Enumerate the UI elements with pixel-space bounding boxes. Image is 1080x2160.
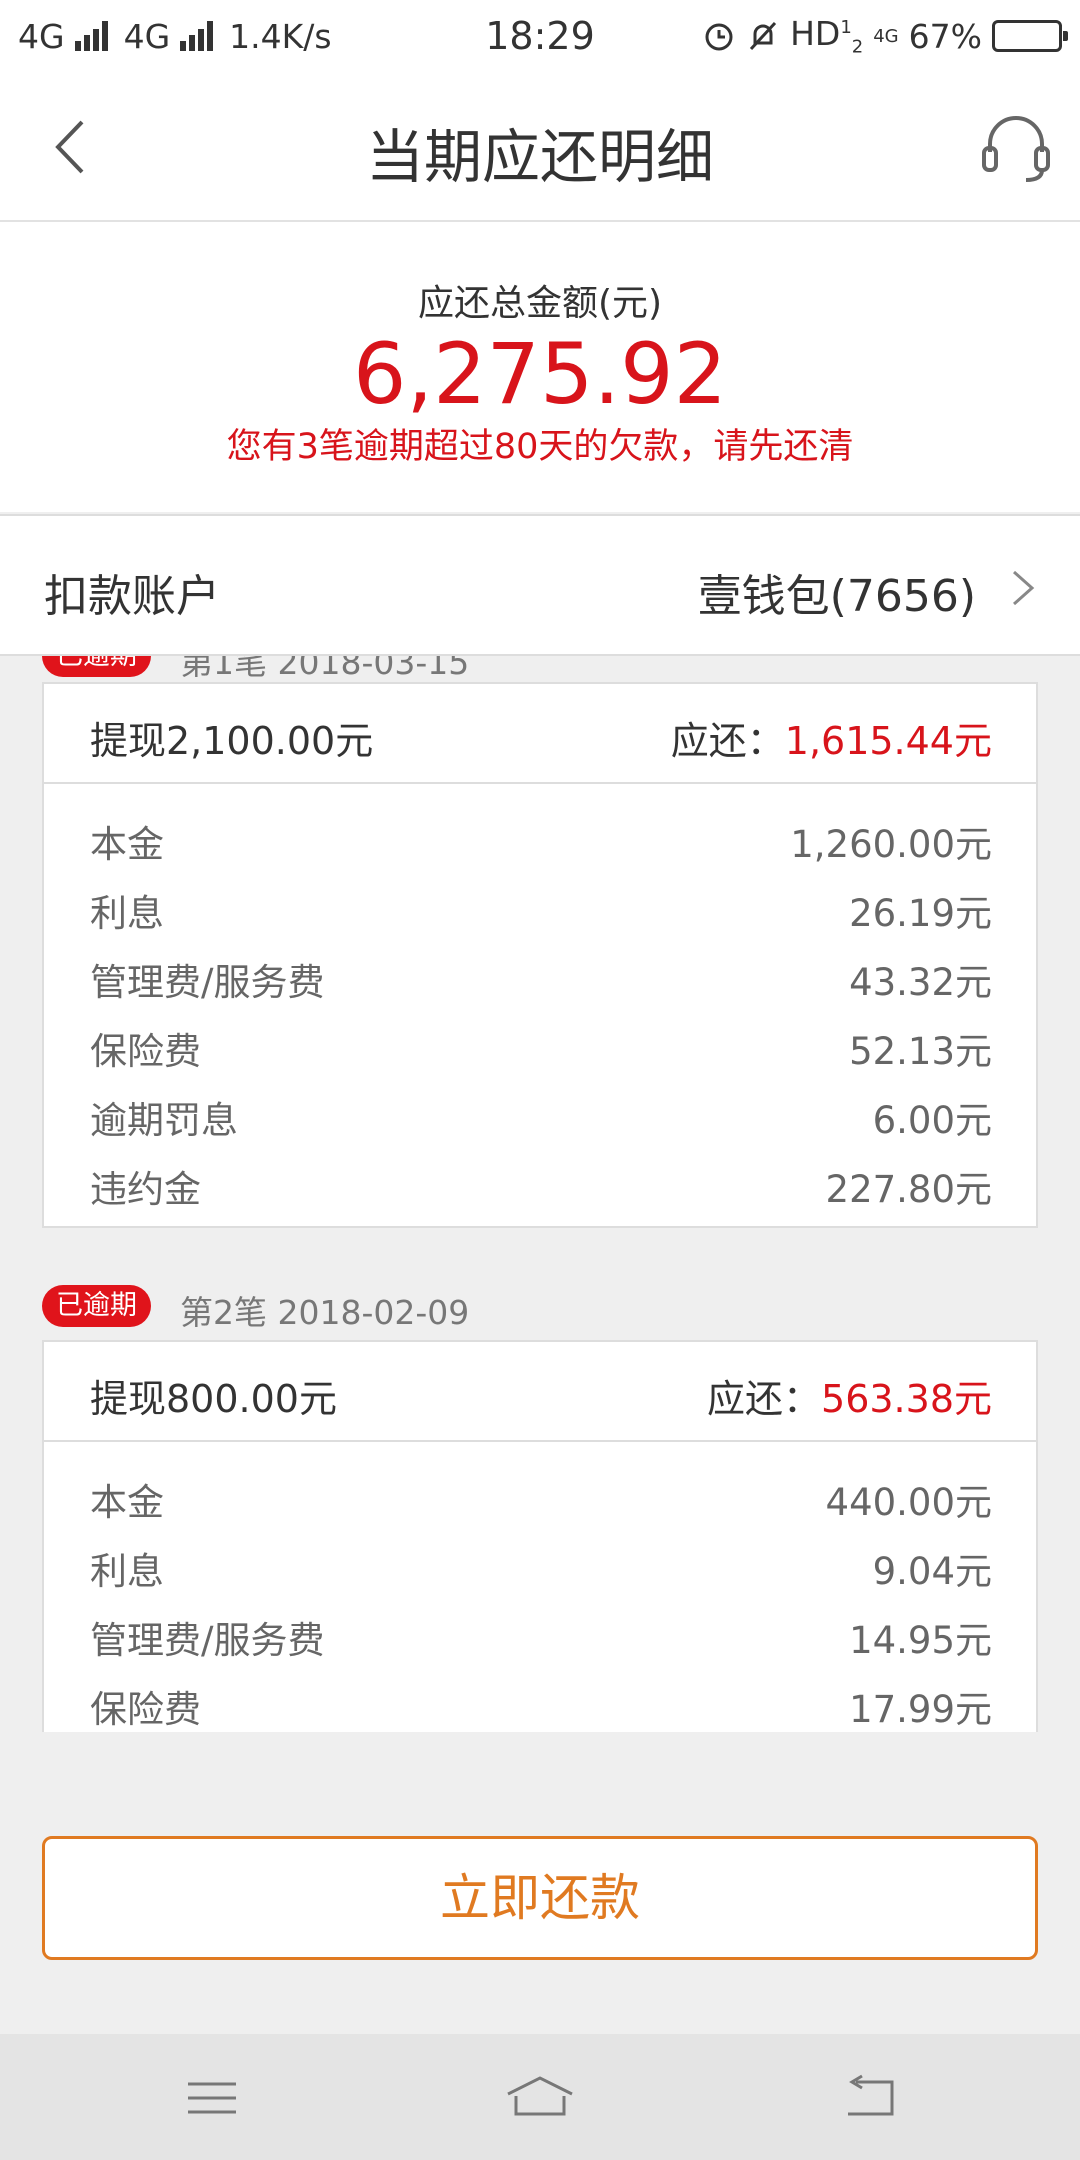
screen: 4G 4G 1.4K/s 18:29 HD12 4G 67% 当期应还明细 应还… — [0, 0, 1080, 2160]
home-icon[interactable] — [500, 2072, 580, 2124]
total-amount: 6,275.92 — [352, 325, 728, 423]
bill-card-head: 提现800.00元 应还：563.38元 — [44, 1342, 1036, 1442]
bill-card: 提现800.00元 应还：563.38元 本金 440.00元 利息 9.04元 管… — [42, 1340, 1038, 1732]
battery-percent: 67% — [908, 16, 982, 56]
bill-card-head: 提现2,100.00元 应还：1,615.44元 — [44, 684, 1036, 784]
detail-row: 违约金 227.80元 — [90, 1168, 992, 1211]
menu-icon[interactable] — [182, 2072, 242, 2124]
signal-icon-2 — [180, 21, 214, 51]
detail-row: 本金 1,260.00元 — [90, 823, 992, 866]
battery-icon — [992, 20, 1068, 52]
bill-meta: 第1笔 2018-03-15 — [180, 656, 470, 682]
chevron-right-icon — [1013, 570, 1035, 606]
overdue-badge: 已逾期 — [42, 1285, 151, 1327]
system-nav-bar — [0, 2034, 1080, 2160]
detail-row: 逾期罚息 6.00元 — [90, 1099, 992, 1142]
net-speed: 1.4K/s — [229, 16, 332, 56]
debit-account-row[interactable]: 扣款账户 壹钱包(7656) — [0, 514, 1080, 656]
bill-detail-rows: 本金 440.00元 利息 9.04元 管理费/服务费 14.95元 保险费 17.99… — [44, 1442, 1036, 1732]
detail-row: 本金 440.00元 — [90, 1481, 992, 1524]
net-small: 4G — [873, 25, 899, 47]
network-label: 4G — [18, 16, 65, 56]
account-value: 壹钱包(7656) — [697, 571, 976, 622]
overdue-badge: 已逾期 — [42, 656, 151, 677]
mute-icon — [749, 21, 777, 51]
detail-row: 保险费 17.99元 — [90, 1688, 992, 1731]
due-amount: 应还：1,615.44元 — [670, 719, 992, 763]
detail-row: 管理费/服务费 14.95元 — [90, 1619, 992, 1662]
headset-icon[interactable] — [976, 108, 1056, 188]
return-icon[interactable] — [838, 2072, 898, 2124]
hd-indicator: HD12 — [790, 14, 864, 58]
status-right: HD12 4G 67% — [702, 14, 1068, 58]
detail-row: 保险费 52.13元 — [90, 1030, 992, 1073]
status-left: 4G 4G 1.4K/s — [18, 17, 702, 56]
bill-group-head: 已逾期 第2笔 2018-02-09 — [0, 1270, 1080, 1340]
status-bar: 4G 4G 1.4K/s 18:29 HD12 4G 67% — [0, 0, 1080, 72]
title-bar: 当期应还明细 — [0, 72, 1080, 222]
detail-row: 利息 26.19元 — [90, 892, 992, 935]
bill-group-2: 已逾期 第2笔 2018-02-09 提现800.00元 应还：563.38元 … — [0, 1270, 1080, 1732]
overdue-warning: 您有3笔逾期超过80天的欠款，请先还清 — [226, 427, 854, 467]
withdraw-amount: 提现800.00元 — [90, 1377, 337, 1421]
bill-card: 提现2,100.00元 应还：1,615.44元 本金 1,260.00元 利息 2… — [42, 682, 1038, 1228]
alarm-icon — [705, 23, 733, 51]
due-amount: 应还：563.38元 — [707, 1377, 992, 1421]
bill-detail-rows: 本金 1,260.00元 利息 26.19元 管理费/服务费 43.32元 保险费 52… — [44, 784, 1036, 1226]
bill-meta: 第2笔 2018-02-09 — [180, 1293, 470, 1332]
withdraw-amount: 提现2,100.00元 — [90, 719, 374, 763]
network-label-2: 4G — [123, 16, 171, 56]
bill-group-1: 已逾期 第1笔 2018-03-15 提现2,100.00元 应还：1,615.… — [0, 656, 1080, 1228]
summary-panel: 应还总金额(元) 6,275.92 您有3笔逾期超过80天的欠款，请先还清 — [0, 222, 1080, 512]
detail-row: 利息 9.04元 — [90, 1550, 992, 1593]
account-label: 扣款账户 — [44, 571, 220, 622]
signal-icon — [74, 21, 108, 51]
repay-now-button[interactable]: 立即还款 — [42, 1836, 1038, 1960]
bill-list[interactable]: 已逾期 第1笔 2018-03-15 提现2,100.00元 应还：1,615.… — [0, 656, 1080, 1732]
page-title: 当期应还明细 — [365, 123, 714, 191]
total-label: 应还总金额(元) — [417, 283, 663, 324]
detail-row: 管理费/服务费 43.32元 — [90, 961, 992, 1004]
